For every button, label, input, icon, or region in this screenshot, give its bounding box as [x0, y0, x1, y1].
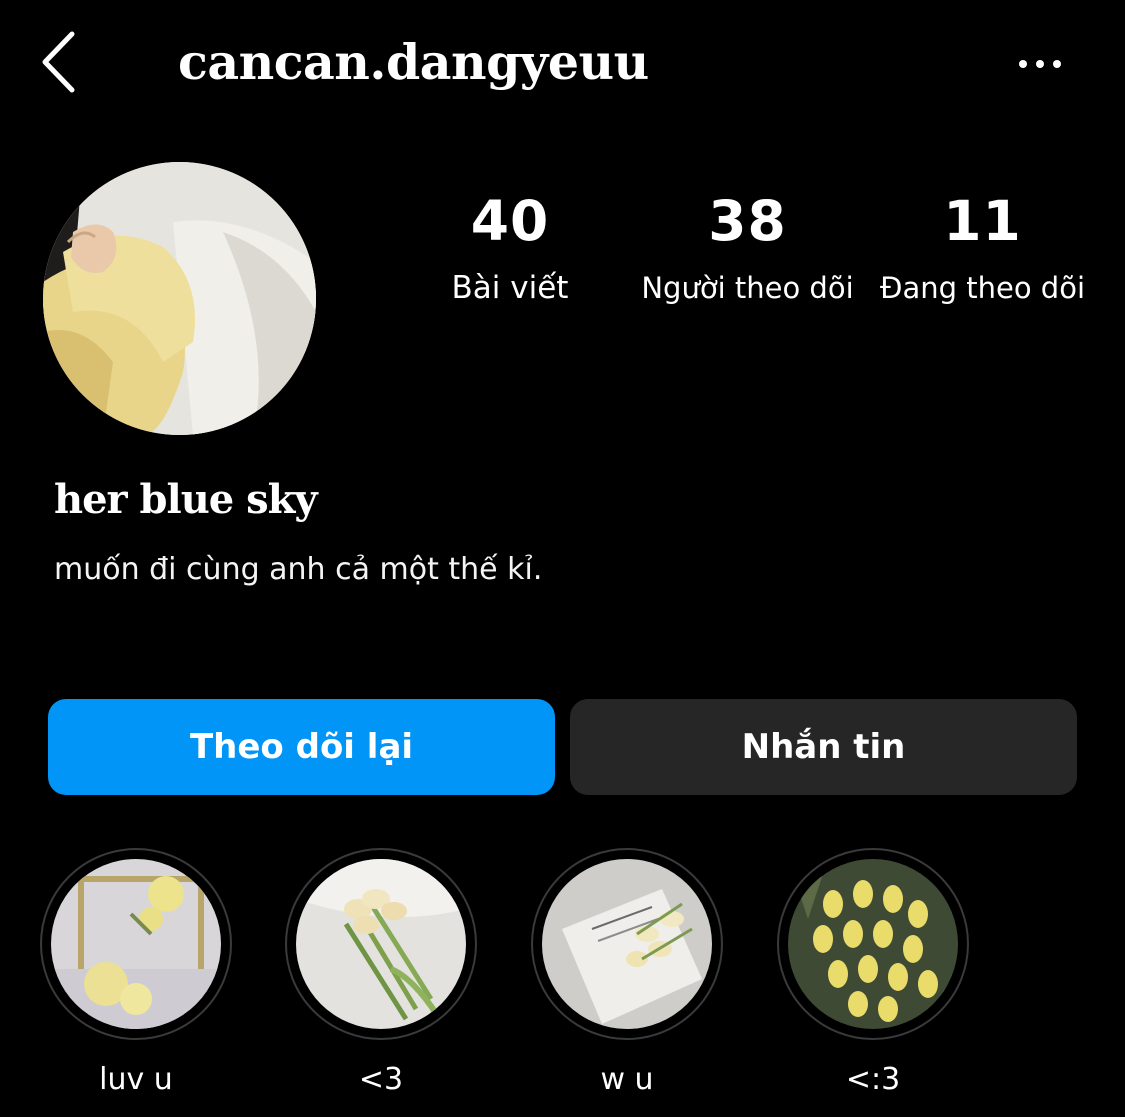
display-name: her blue sky	[54, 476, 318, 523]
highlight-cover	[51, 859, 221, 1029]
story-highlight[interactable]: <:3	[777, 848, 969, 1098]
ellipsis-icon	[1019, 60, 1027, 68]
highlight-cover	[788, 859, 958, 1029]
more-options-button[interactable]	[1010, 46, 1070, 82]
message-button[interactable]: Nhắn tin	[570, 699, 1077, 795]
chevron-left-icon	[42, 31, 75, 93]
following-count: 11	[943, 189, 1022, 253]
posts-count: 40	[470, 189, 550, 253]
highlight-label: w u	[600, 1062, 654, 1097]
highlight-label: <:3	[845, 1062, 901, 1097]
posts-label: Bài viết	[451, 270, 569, 306]
highlight-label: luv u	[99, 1062, 173, 1097]
story-highlight[interactable]: <3	[285, 848, 477, 1098]
back-button[interactable]	[36, 28, 86, 96]
highlight-label: <3	[358, 1062, 404, 1097]
followers-label: Người theo dõi	[641, 271, 854, 305]
highlight-cover	[296, 859, 466, 1029]
profile-username: cancan.dangyeuu	[178, 33, 649, 91]
followers-count: 38	[708, 189, 787, 253]
story-highlight[interactable]: w u	[531, 848, 723, 1098]
following-label: Đang theo dõi	[879, 271, 1085, 305]
follow-back-button[interactable]: Theo dõi lại	[48, 699, 555, 795]
posts-stat[interactable]: 40 Bài viết	[420, 186, 600, 308]
avatar[interactable]	[43, 162, 316, 435]
following-stat[interactable]: 11 Đang theo dõi	[865, 186, 1100, 308]
followers-stat[interactable]: 38 Người theo dõi	[625, 186, 870, 308]
highlight-cover	[542, 859, 712, 1029]
bio-text: muốn đi cùng anh cả một thế kỉ.	[54, 552, 543, 587]
story-highlight[interactable]: luv u	[40, 848, 232, 1098]
